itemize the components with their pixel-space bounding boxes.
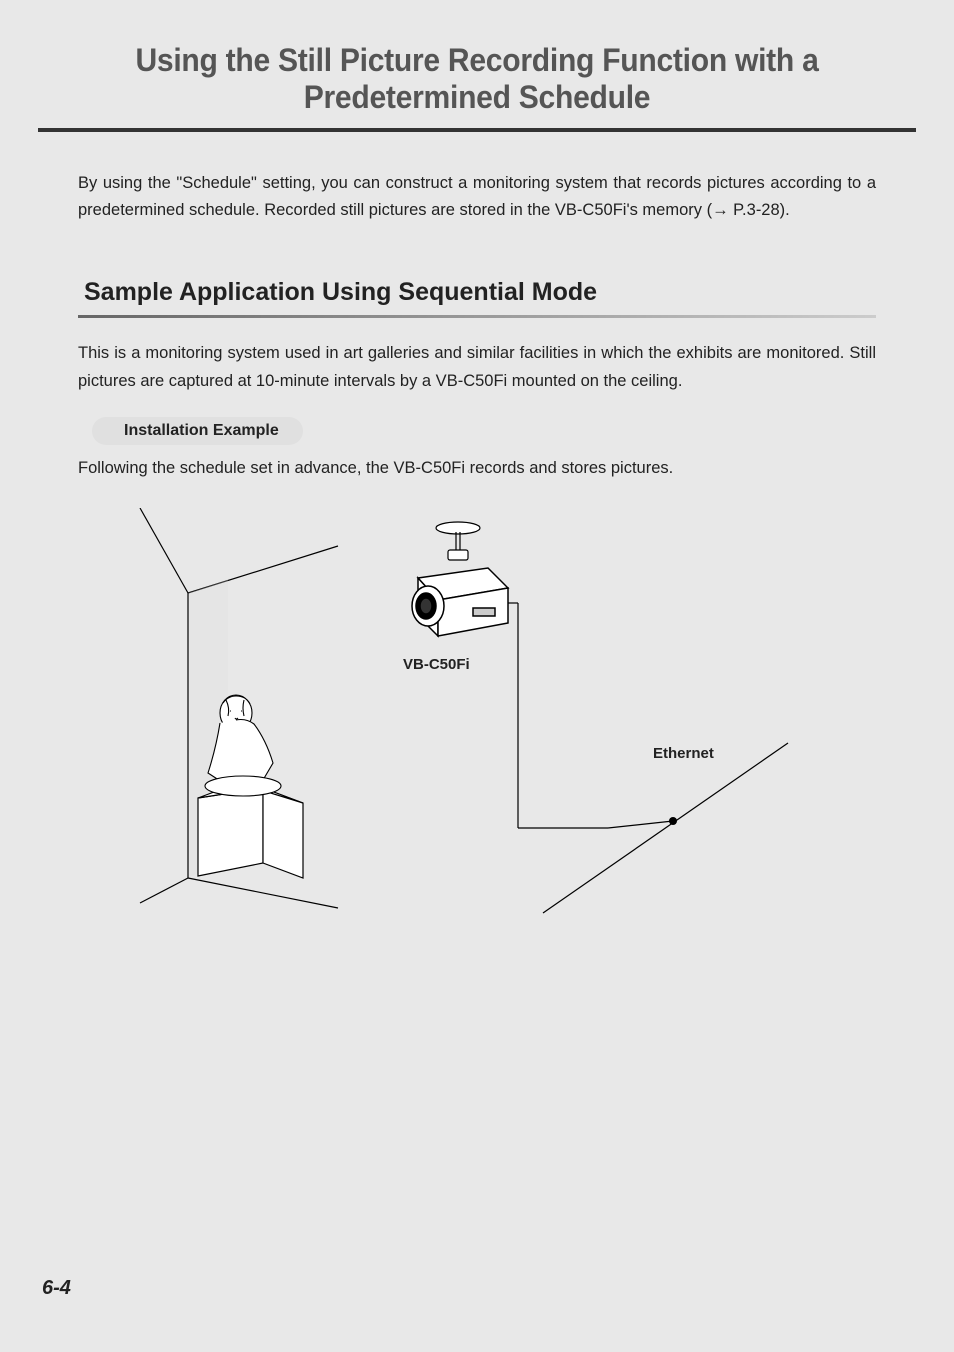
camera-label: VB-C50Fi: [403, 656, 470, 673]
installation-diagram: [78, 508, 878, 948]
installation-badge: Installation Example: [92, 417, 303, 445]
diagram-area: VB-C50Fi Ethernet: [78, 508, 876, 948]
install-paragraph: Following the schedule set in advance, t…: [78, 459, 876, 478]
section-paragraph: This is a monitoring system used in art …: [78, 340, 876, 394]
intro-paragraph: By using the "Schedule" setting, you can…: [78, 170, 876, 224]
section-heading: Sample Application Using Sequential Mode: [84, 278, 876, 307]
page-title: Using the Still Picture Recording Functi…: [29, 0, 926, 116]
ethernet-label: Ethernet: [653, 745, 714, 762]
section-underline: [78, 315, 876, 318]
page-number: 6-4: [42, 1277, 71, 1300]
title-underline: [38, 128, 916, 132]
